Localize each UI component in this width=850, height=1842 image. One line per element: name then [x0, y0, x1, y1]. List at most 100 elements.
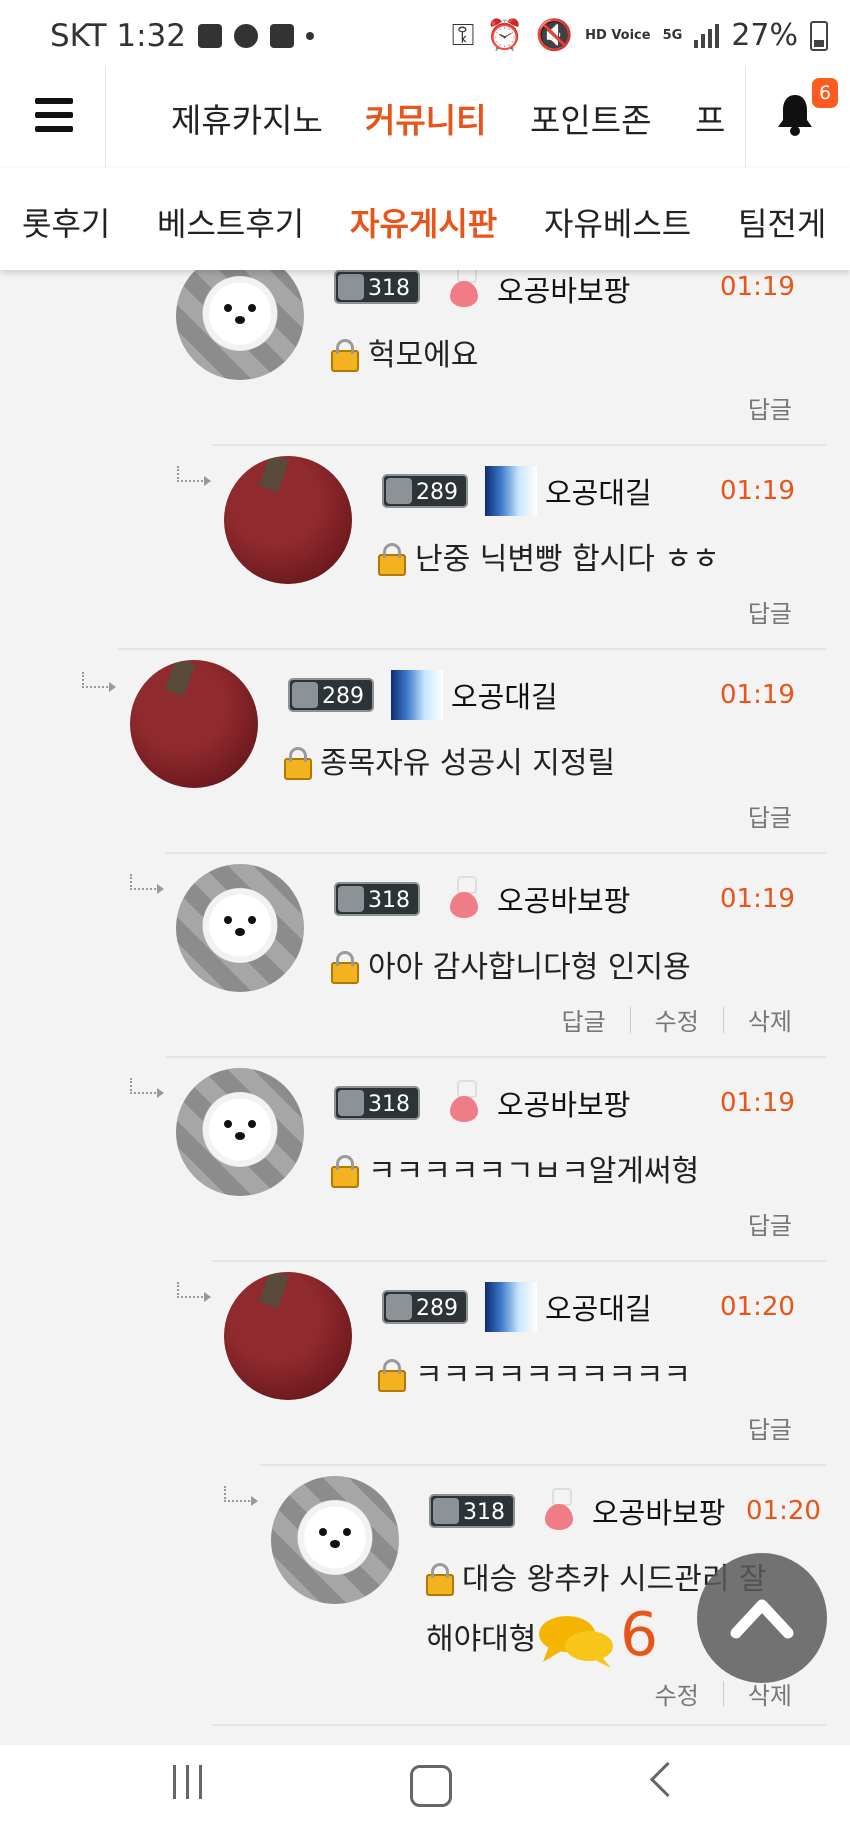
edit-button[interactable]: 수정 [655, 1676, 699, 1711]
avatar[interactable] [176, 864, 304, 992]
avatar[interactable] [271, 1476, 399, 1604]
recent-apps-button[interactable] [173, 1765, 202, 1799]
status-left: SKT 1:32 [50, 18, 315, 54]
menu-button[interactable] [0, 66, 106, 168]
nav-item-community[interactable]: 커뮤니티 [365, 94, 486, 142]
reply-arrow-icon [130, 1078, 164, 1098]
reply-button[interactable]: 답글 [748, 390, 792, 425]
level-badge: 289 [382, 474, 468, 508]
comment-text: ㅋㅋㅋㅋㅋㄱㅂㅋ알게써형 [368, 1154, 700, 1189]
level-number: 318 [368, 1092, 410, 1117]
comment-actions: 답글 [748, 798, 792, 833]
comment-text: 종목자유 성공시 지정릴 [320, 746, 616, 781]
nickname[interactable]: 오공바보팡 [497, 270, 630, 310]
back-button[interactable] [649, 1761, 686, 1798]
lock-icon [378, 1359, 406, 1392]
do-not-disturb-icon [234, 24, 259, 48]
comment-text: ㅋㅋㅋㅋㅋㅋㅋㅋㅋㅋ [415, 1358, 691, 1393]
comment-actions: 답글 [748, 1206, 792, 1241]
comment-time: 01:19 [720, 680, 795, 710]
lock-icon [331, 951, 359, 984]
reply-button[interactable]: 답글 [748, 1410, 792, 1445]
level-badge: 318 [334, 1086, 420, 1120]
reply-button[interactable]: 답글 [748, 594, 792, 629]
comment-item: 318 오공바보팡 01:19 ㅋㅋㅋㅋㅋㄱㅂㅋ알게써형 답글 [0, 1058, 850, 1261]
comment-actions: 답글 [748, 390, 792, 425]
battery-percent: 27% [731, 18, 798, 53]
sub-tab-review[interactable]: 롯후기 [22, 199, 110, 245]
reply-button[interactable]: 답글 [561, 1002, 605, 1037]
level-icon [338, 886, 364, 912]
sub-tab-free-best[interactable]: 자유베스트 [544, 199, 691, 245]
comment-actions: 답글 [748, 594, 792, 629]
reply-button[interactable]: 답글 [748, 1206, 792, 1241]
reply-arrow-icon [82, 672, 116, 692]
lock-icon [331, 1155, 359, 1188]
scroll-top-button[interactable] [697, 1553, 827, 1683]
level-number: 289 [322, 684, 364, 709]
alarm-icon: ⏰ [486, 18, 524, 53]
reply-arrow-icon [224, 1486, 258, 1506]
nav-item-point-zone[interactable]: 포인트존 [530, 94, 651, 142]
level-number: 318 [368, 276, 410, 301]
comment-item: 318 오공바보팡 01:19 아아 감사합니다형 인지용 답글 수정 삭제 [0, 854, 850, 1057]
nav-item-affiliate-casino[interactable]: 제휴카지노 [171, 94, 323, 142]
home-button[interactable] [410, 1765, 452, 1807]
lock-icon [284, 747, 312, 780]
comment-text: 아아 감사합니다형 인지용 [368, 950, 691, 985]
comment-actions: 답글 [748, 1410, 792, 1445]
level-badge: 318 [429, 1494, 515, 1528]
heart-tag-icon [449, 876, 479, 920]
avatar[interactable] [224, 456, 352, 584]
comment-item: 318 오공바보팡 01:19 헉모에요 답글 [0, 270, 850, 435]
nickname[interactable]: 오공바보팡 [497, 878, 630, 920]
nickname[interactable]: 오공대길 [545, 470, 652, 512]
level-number: 289 [416, 1296, 458, 1321]
comment-actions: 답글 수정 삭제 [561, 1002, 792, 1037]
sky-tag-icon [391, 670, 443, 720]
level-icon [338, 274, 364, 300]
avatar[interactable] [130, 660, 258, 788]
reply-arrow-icon [177, 466, 211, 486]
reply-arrow-icon [177, 1282, 211, 1302]
sub-nav: 롯후기 베스트후기 자유게시판 자유베스트 팀전게 [0, 168, 850, 270]
sub-tab-free-board[interactable]: 자유게시판 [350, 199, 497, 245]
comment-item: 289 오공대길 01:19 종목자유 성공시 지정릴 답글 [0, 650, 850, 853]
comment-text: 난중 닉변빵 합시다 ㅎㅎ [415, 542, 720, 577]
carrier-time: SKT 1:32 [50, 18, 187, 54]
checkbox-icon [270, 24, 295, 48]
level-icon [292, 682, 318, 708]
more-dot-icon [306, 32, 315, 40]
nickname[interactable]: 오공바보팡 [592, 1490, 725, 1532]
avatar[interactable] [224, 1272, 352, 1400]
avatar[interactable] [176, 1068, 304, 1196]
nav-item-more[interactable]: 프 [695, 94, 725, 142]
lock-icon [426, 1563, 454, 1596]
gallery-icon [198, 24, 223, 48]
comment-time: 01:20 [746, 1496, 821, 1526]
comment-bubble-icon[interactable] [537, 1612, 617, 1670]
delete-button[interactable]: 삭제 [748, 1002, 792, 1037]
heart-tag-icon [449, 1080, 479, 1124]
comment-time: 01:19 [720, 272, 795, 302]
avatar[interactable] [176, 270, 304, 380]
comment-item: 289 오공대길 01:19 난중 닉변빵 합시다 ㅎㅎ 답글 [0, 446, 850, 649]
sub-tab-best-review[interactable]: 베스트후기 [157, 199, 304, 245]
notification-badge: 6 [812, 78, 838, 108]
comment-list: 318 오공바보팡 01:19 헉모에요 답글 289 오공대길 01:19 난… [0, 270, 850, 1745]
nickname[interactable]: 오공대길 [545, 1286, 652, 1328]
nickname[interactable]: 오공바보팡 [497, 1082, 630, 1124]
comment-time: 01:19 [720, 1088, 795, 1118]
level-number: 318 [368, 888, 410, 913]
notification-button[interactable]: 6 [745, 66, 850, 168]
comment-count[interactable]: 6 [620, 1600, 658, 1670]
sub-tab-team[interactable]: 팀전게 [738, 199, 826, 245]
nickname[interactable]: 오공대길 [451, 674, 558, 716]
reply-button[interactable]: 답글 [748, 798, 792, 833]
status-right: ⚿ ⏰ 🔇 HD Voice 5G 27% [452, 18, 828, 53]
signal-icon [694, 23, 720, 48]
edit-button[interactable]: 수정 [655, 1002, 699, 1037]
comment-time: 01:19 [720, 884, 795, 914]
level-number: 318 [463, 1500, 505, 1525]
level-badge: 318 [334, 882, 420, 916]
